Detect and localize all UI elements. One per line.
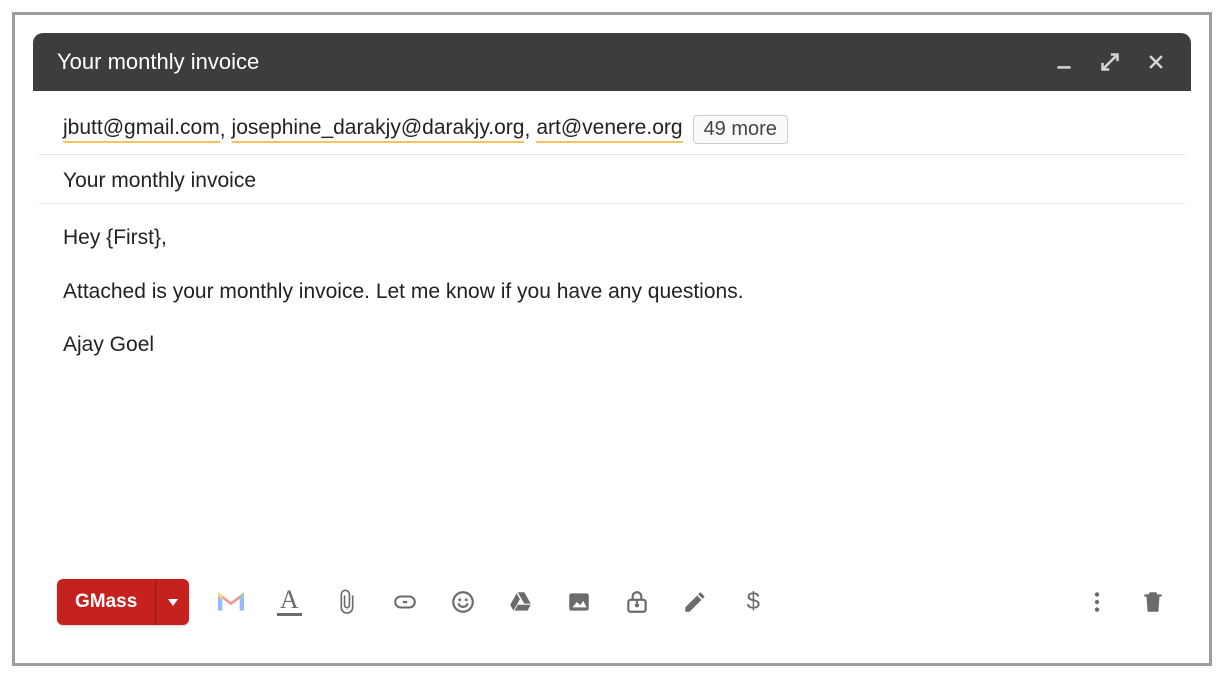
recipient-separator: , — [524, 118, 530, 142]
body-greeting: Hey {First}, — [63, 222, 1161, 254]
insert-signature-icon[interactable] — [681, 588, 709, 616]
insert-emoji-icon[interactable] — [449, 588, 477, 616]
insert-link-icon[interactable] — [391, 588, 419, 616]
gmass-dropdown-button[interactable] — [155, 579, 189, 625]
minimize-icon[interactable] — [1053, 51, 1075, 73]
attach-file-icon[interactable] — [333, 588, 361, 616]
titlebar-actions — [1053, 51, 1167, 73]
toolbar-icons: A — [217, 588, 1055, 616]
compose-title: Your monthly invoice — [57, 49, 1053, 75]
dollar-icon[interactable]: $ — [739, 588, 767, 616]
recipient-separator: , — [220, 118, 226, 142]
google-drive-icon[interactable] — [507, 588, 535, 616]
recipient-chip[interactable]: art@venere.org — [536, 116, 682, 143]
compose-body[interactable]: Hey {First}, Attached is your monthly in… — [33, 204, 1191, 569]
gmass-send-button[interactable]: GMass — [57, 579, 189, 625]
screenshot-frame: Your monthly invoice — [12, 12, 1212, 666]
toolbar-right — [1083, 588, 1167, 616]
body-line: Attached is your monthly invoice. Let me… — [63, 276, 1161, 308]
recipient-chip[interactable]: josephine_darakjy@darakjy.org — [232, 116, 525, 143]
confidential-mode-icon[interactable] — [623, 588, 651, 616]
close-icon[interactable] — [1145, 51, 1167, 73]
more-options-icon[interactable] — [1083, 588, 1111, 616]
recipient-chip[interactable]: jbutt@gmail.com — [63, 116, 220, 143]
gmass-send-label[interactable]: GMass — [57, 579, 155, 625]
format-text-icon[interactable]: A — [275, 588, 303, 616]
expand-icon[interactable] — [1099, 51, 1121, 73]
discard-draft-icon[interactable] — [1139, 588, 1167, 616]
subject-field[interactable]: Your monthly invoice — [39, 155, 1185, 204]
body-signature: Ajay Goel — [63, 329, 1161, 361]
recipients-field[interactable]: jbutt@gmail.com, josephine_darakjy@darak… — [39, 101, 1185, 155]
gmail-icon[interactable] — [217, 588, 245, 616]
recipients-more-chip[interactable]: 49 more — [693, 115, 788, 144]
compose-titlebar: Your monthly invoice — [33, 33, 1191, 91]
compose-window: Your monthly invoice — [33, 33, 1191, 645]
insert-photo-icon[interactable] — [565, 588, 593, 616]
compose-toolbar: GMass A — [33, 569, 1191, 645]
subject-text: Your monthly invoice — [63, 169, 256, 193]
